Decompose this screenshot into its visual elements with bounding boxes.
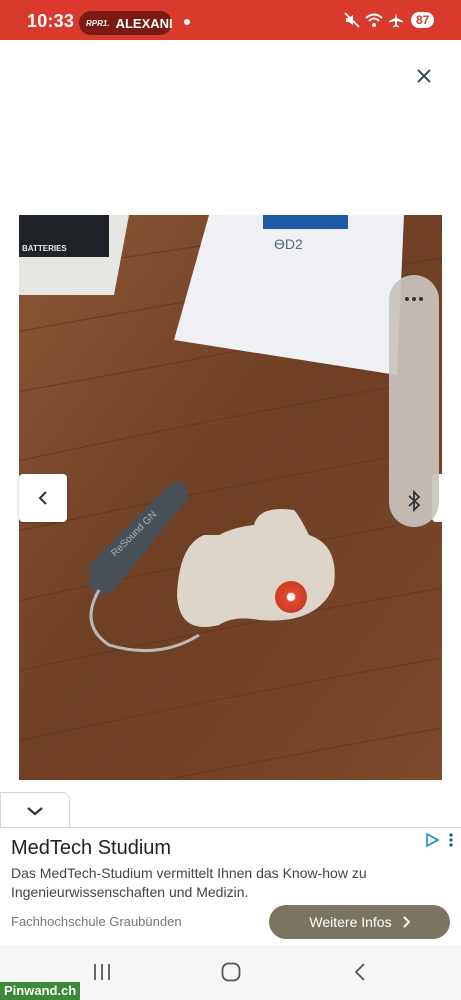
notification-pill[interactable]: RPR1. ALEXANDER — [79, 11, 172, 35]
recent-apps-button[interactable] — [87, 959, 117, 985]
status-time: 10:33 — [27, 11, 75, 31]
ad-cta-button[interactable]: Weitere Infos — [269, 905, 450, 939]
chevron-left-icon — [38, 491, 47, 505]
previous-photo-button[interactable] — [19, 474, 67, 522]
wifi-icon — [365, 12, 383, 28]
side-panel — [389, 275, 439, 527]
side-more-button[interactable] — [389, 289, 439, 309]
photo-image: BATTERIES ϴD2 ReSound GN — [19, 215, 442, 780]
home-icon — [221, 962, 241, 982]
adchoices-icon[interactable] — [424, 832, 440, 848]
ad-collapse-tab[interactable] — [0, 792, 70, 828]
batteries-label: BATTERIES — [22, 244, 67, 253]
ad-menu-icon[interactable] — [446, 832, 456, 848]
status-bar: 10:33 RPR1. ALEXANDER 87 — [0, 0, 461, 40]
ad-cta-label: Weitere Infos — [309, 914, 392, 930]
chevron-down-icon — [27, 806, 43, 815]
close-icon — [417, 69, 431, 83]
ad-title[interactable]: MedTech Studium — [11, 837, 171, 860]
ad-banner[interactable]: MedTech Studium Das MedTech-Studium verm… — [0, 827, 461, 945]
watermark: Pinwand.ch — [0, 982, 81, 1000]
mute-icon — [344, 12, 360, 28]
chevron-right-icon — [402, 916, 410, 928]
airplane-icon — [388, 12, 404, 28]
back-button[interactable] — [345, 959, 375, 985]
bluetooth-button[interactable] — [389, 489, 439, 513]
close-button[interactable] — [410, 62, 438, 90]
ad-description: Das MedTech-Studium vermittelt Ihnen das… — [11, 865, 367, 900]
notification-text: ALEXANDER — [115, 15, 172, 31]
notification-dot-icon — [184, 19, 190, 25]
battery-badge: 87 — [411, 12, 435, 28]
package-code-label: ϴD2 — [274, 236, 303, 252]
screen: 10:33 RPR1. ALEXANDER 87 — [0, 0, 461, 1000]
back-icon — [354, 963, 365, 981]
notification-logo: RPR1. — [86, 18, 110, 28]
ad-source: Fachhochschule Graubünden — [11, 914, 182, 929]
more-dots-icon — [405, 297, 423, 301]
recent-apps-icon — [94, 964, 110, 980]
home-button[interactable] — [216, 959, 246, 985]
listing-photo[interactable]: BATTERIES ϴD2 ReSound GN — [19, 215, 442, 780]
bluetooth-icon — [408, 490, 421, 512]
status-icons: 87 — [344, 12, 435, 28]
